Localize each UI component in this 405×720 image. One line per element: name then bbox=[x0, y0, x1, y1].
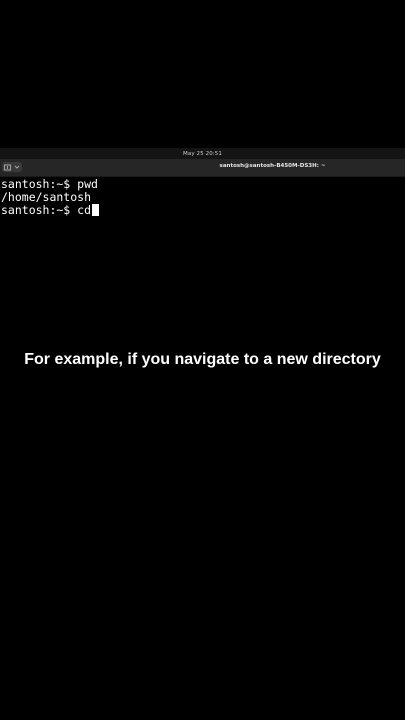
video-letterbox-top bbox=[0, 0, 405, 148]
terminal-line-3[interactable]: santosh:~$ cd bbox=[1, 203, 100, 217]
command-output: /home/santosh bbox=[1, 190, 92, 204]
prompt: santosh:~$ bbox=[1, 177, 78, 191]
system-top-bar: May 25 20:51 bbox=[0, 148, 405, 159]
window-title: santosh@santosh-B450M-DS3H: ~ bbox=[219, 163, 326, 169]
video-caption: For example, if you navigate to a new di… bbox=[24, 351, 381, 368]
terminal-titlebar[interactable]: santosh@santosh-B450M-DS3H: ~ bbox=[0, 159, 405, 177]
command-input[interactable]: cd bbox=[77, 203, 91, 217]
prompt: santosh:~$ bbox=[1, 203, 78, 217]
terminal-area[interactable]: santosh:~$ pwd /home/santosh santosh:~$ … bbox=[0, 177, 405, 720]
clock[interactable]: May 25 20:51 bbox=[183, 151, 222, 157]
command: pwd bbox=[77, 177, 98, 191]
text-cursor bbox=[92, 204, 100, 216]
